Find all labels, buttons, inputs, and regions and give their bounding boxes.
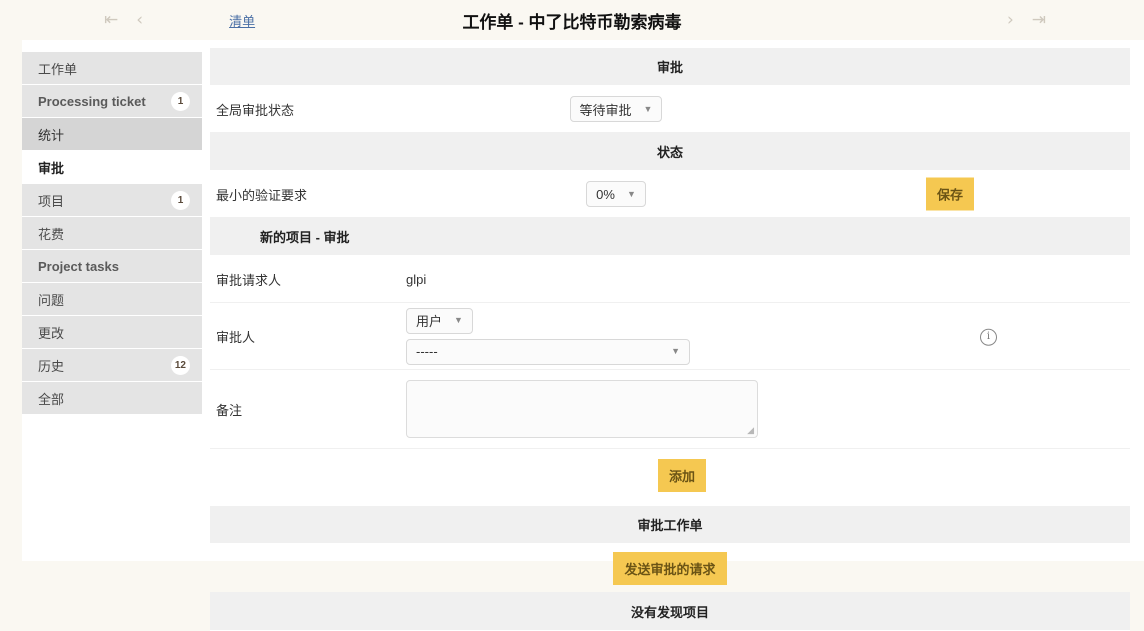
sidebar-item-statistics[interactable]: 统计	[22, 118, 202, 150]
sidebar-item-tickets[interactable]: 工作单	[22, 52, 202, 84]
approver-field: 用户 ▼ ----- ▼	[406, 307, 1130, 365]
sidebar-item-project-tasks[interactable]: Project tasks	[22, 250, 202, 282]
last-page-icon[interactable]: ⇥	[1032, 11, 1046, 29]
nav-arrows-left-group: ⇤ ‹ 清单	[104, 11, 255, 30]
global-approval-status-select[interactable]: 等待审批 ▼	[569, 96, 663, 122]
approver-type-select[interactable]: 用户 ▼	[406, 307, 473, 334]
page-container: 工作单 Processing ticket 1 统计 审批 项目 1 花费 Pr…	[22, 40, 1144, 631]
sidebar-badge: 1	[171, 190, 190, 210]
chevron-down-icon: ▼	[454, 315, 463, 325]
first-page-icon[interactable]: ⇤	[104, 11, 118, 29]
approver-value: -----	[416, 344, 438, 359]
chevron-down-icon: ▼	[643, 103, 653, 114]
sidebar-badge: 12	[170, 355, 190, 375]
sidebar-item-approval[interactable]: 审批	[22, 151, 202, 183]
sidebar-item-label: 项目	[38, 193, 65, 209]
sidebar-item-label: 更改	[38, 325, 65, 341]
global-approval-status-value: 等待审批	[579, 102, 632, 118]
min-validation-field: 0% ▼	[406, 181, 1130, 207]
info-circle-icon[interactable]: i	[980, 328, 997, 346]
chevron-down-icon: ▼	[626, 188, 636, 199]
sidebar-item-label: 工作单	[38, 61, 78, 77]
sidebar-item-cost[interactable]: 花费	[22, 217, 202, 249]
chevron-down-icon: ▼	[671, 346, 680, 356]
main-content: 审批 全局审批状态 等待审批 ▼ 状态 最小的验证要求 0% ▼ 保存 新的项目…	[202, 40, 1144, 631]
approver-select[interactable]: ----- ▼	[406, 338, 690, 365]
add-button[interactable]: 添加	[657, 459, 706, 492]
sidebar-item-processing-ticket[interactable]: Processing ticket 1	[22, 85, 202, 117]
save-button-cell: 保存	[926, 177, 975, 211]
comment-label: 备注	[216, 402, 243, 418]
global-approval-status-field: 等待审批 ▼	[406, 96, 1130, 122]
sidebar-item-problems[interactable]: 问题	[22, 283, 202, 315]
approval-ticket-section-header: 审批工作单	[210, 506, 1130, 544]
send-approval-request-button[interactable]: 发送审批的请求	[613, 551, 727, 585]
sidebar-item-label: Processing ticket	[38, 93, 146, 109]
requester-label: 审批请求人	[216, 272, 282, 288]
sidebar-item-label: 历史	[38, 358, 65, 374]
global-approval-status-label: 全局审批状态	[216, 102, 295, 118]
min-validation-value: 0%	[596, 186, 615, 202]
sidebar-item-all[interactable]: 全部	[22, 382, 202, 414]
resize-handle-icon[interactable]: ◢	[747, 426, 754, 435]
approver-label: 审批人	[216, 329, 256, 345]
status-section-header: 状态	[210, 133, 1130, 171]
sidebar-item-changes[interactable]: 更改	[22, 316, 202, 348]
requester-value: glpi	[406, 271, 427, 287]
sidebar-item-label: Project tasks	[38, 258, 119, 274]
list-link[interactable]: 清单	[229, 11, 255, 30]
empty-results-message: 没有发现项目	[210, 593, 1130, 631]
sidebar-badge: 1	[171, 91, 190, 111]
sidebar-item-label: 问题	[38, 292, 65, 308]
comment-textarea[interactable]: ◢	[406, 380, 758, 438]
previous-page-icon[interactable]: ‹	[136, 11, 143, 29]
send-request-row: 发送审批的请求	[210, 544, 1130, 593]
comment-row: 备注 ◢	[210, 370, 1130, 449]
min-validation-select[interactable]: 0% ▼	[586, 181, 646, 207]
next-page-icon[interactable]: ›	[1007, 11, 1014, 29]
approver-info-cell: i	[980, 327, 997, 346]
save-button[interactable]: 保存	[926, 177, 975, 211]
requester-field: glpi	[406, 272, 1130, 287]
requester-row: 审批请求人 glpi	[210, 256, 1130, 303]
sidebar-item-label: 统计	[38, 127, 65, 143]
sidebar-item-history[interactable]: 历史 12	[22, 349, 202, 381]
approver-row: 审批人 用户 ▼ ----- ▼ i	[210, 303, 1130, 370]
sidebar-menu: 工作单 Processing ticket 1 统计 审批 项目 1 花费 Pr…	[22, 40, 202, 415]
approver-type-value: 用户	[416, 314, 443, 329]
sidebar-item-label: 全部	[38, 391, 65, 407]
global-approval-status-row: 全局审批状态 等待审批 ▼	[210, 86, 1130, 133]
add-button-row: 添加	[210, 449, 1130, 506]
comment-field: ◢	[406, 380, 1130, 438]
new-item-section-header: 新的项目 - 审批	[210, 218, 1130, 256]
min-validation-row: 最小的验证要求 0% ▼ 保存	[210, 171, 1130, 218]
sidebar-item-label: 花费	[38, 226, 65, 242]
sidebar-item-label: 审批	[38, 160, 65, 176]
sidebar-item-project[interactable]: 项目 1	[22, 184, 202, 216]
approval-section-header: 审批	[210, 48, 1130, 86]
top-navigation-bar: ⇤ ‹ 清单 工作单 - 中了比特币勒索病毒 › ⇥	[0, 0, 1144, 40]
nav-arrows-right-group: › ⇥	[1007, 11, 1046, 29]
min-validation-label: 最小的验证要求	[216, 187, 308, 203]
